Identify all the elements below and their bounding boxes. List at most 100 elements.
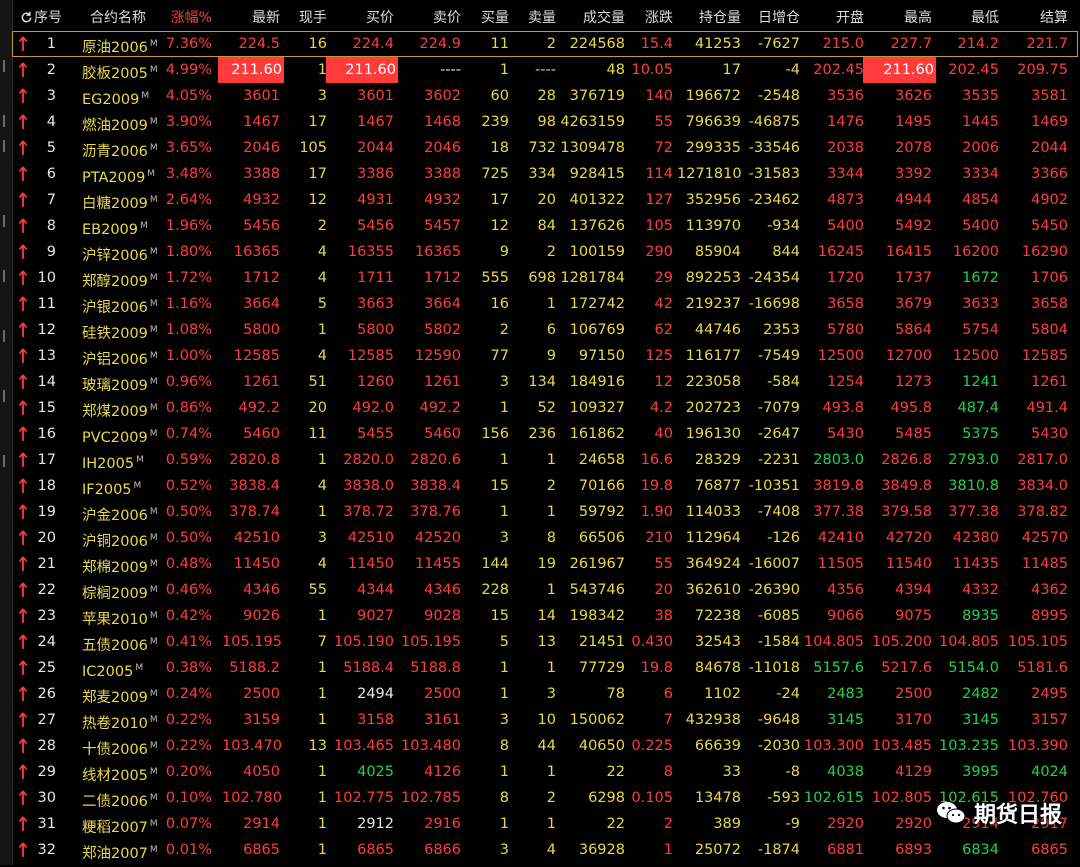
cell-contract-name[interactable]: 燃油2009 M [82,109,168,135]
header-last[interactable]: 最新 [222,5,280,31]
table-row[interactable]: 27 热卷2010 M 0.22% 3159 1 3158 3161 3 10 150062 7 432… [12,707,1078,733]
header-turnover[interactable]: 成交量 [557,5,625,31]
table-row[interactable]: 4 燃油2009 M 3.90% 1467 17 1467 1468 239 98 4263159 5… [12,109,1078,135]
cell-contract-name[interactable]: IF2005 M [82,473,168,499]
table-row[interactable]: 22 棕榈2009 M 0.46% 4346 55 4344 4346 228 1 543746 20… [12,577,1078,603]
cell-contract-name[interactable]: 十债2006 M [82,733,168,759]
table-row[interactable]: 14 玻璃2009 M 0.96% 1261 51 1260 1261 3 134 184916 12… [12,369,1078,395]
cell-oi-change: -1584 [757,634,800,650]
cell-low: 103.235 [939,738,999,754]
refresh-icon[interactable] [20,5,34,31]
cell-contract-name[interactable]: 沪铜2006 M [82,525,168,551]
header-settle[interactable]: 结算 [1002,5,1068,31]
header-volume-now[interactable]: 现手 [287,5,327,31]
cell-contract-name[interactable]: 沪铝2006 M [82,343,168,369]
table-row[interactable]: 25 IC2005 M 0.38% 5188.2 1 5188.4 5188.8 1 1 77729… [12,655,1078,681]
cell-contract-name[interactable]: 棕榈2009 M [82,577,168,603]
table-row[interactable]: 7 白糖2009 M 2.64% 4932 12 4931 4932 17 20 401322 127… [12,187,1078,213]
table-row[interactable]: 15 郑煤2009 M 0.86% 492.2 20 492.0 492.2 1 52 109327… [12,395,1078,421]
cell-contract-name[interactable]: 原油2006 M [82,31,168,57]
cell-contract-name[interactable]: 二债2006 M [82,785,168,811]
cell-turnover: 1309478 [560,140,625,156]
header-oi-change[interactable]: 日增仓 [742,5,800,31]
table-row[interactable]: 13 沪铝2006 M 1.00% 12585 4 12585 12590 77 9 97150 12… [12,343,1078,369]
cell-high: 4394 [895,582,932,598]
cell-contract-name[interactable]: IH2005 M [82,447,168,473]
header-bid-vol[interactable]: 买量 [467,5,509,31]
header-ask[interactable]: 卖价 [397,5,461,31]
table-row[interactable]: 1 原油2006 M 7.36% 224.5 16 224.4 224.9 11 2 224568 1… [12,31,1078,57]
cell-contract-name[interactable]: 沪金2006 M [82,499,168,525]
table-row[interactable]: 3 EG2009 M 4.05% 3601 3 3601 3602 60 28 376719 140 1… [12,83,1078,109]
table-row[interactable]: 16 PVC2009 M 0.74% 5460 11 5455 5460 156 236 16186… [12,421,1078,447]
header-high[interactable]: 最高 [867,5,932,31]
table-row[interactable]: 24 五债2006 M 0.41% 105.195 7 105.190 105.195 5 13 2… [12,629,1078,655]
header-open[interactable]: 开盘 [802,5,864,31]
cell-contract-name[interactable]: 白糖2009 M [82,187,168,213]
cell-contract-name[interactable]: 郑麦2009 M [82,681,168,707]
cell-change-pct: 1.08% [165,322,212,338]
cell-contract-name[interactable]: 硅铁2009 M [82,317,168,343]
table-row[interactable]: 10 郑醇2009 M 1.72% 1712 4 1711 1712 555 698 1281784… [12,265,1078,291]
header-seq[interactable]: 序号 [34,5,62,31]
cell-open: 5400 [827,218,864,234]
cell-contract-name[interactable]: 郑油2007 M [82,837,168,863]
table-row[interactable]: 5 沥青2006 M 3.65% 2046 105 2044 2046 18 732 1309478… [12,135,1078,161]
table-row[interactable]: 23 苹果2010 M 0.42% 9026 1 9027 9028 15 14 198342 38 7… [12,603,1078,629]
table-row[interactable]: 29 线材2005 M 0.20% 4050 1 4025 4126 1 1 22 8 33 -8 4038… [12,759,1078,785]
contract-name-text: 沪铜2006 [82,533,148,550]
cell-contract-name[interactable]: 郑醇2009 M [82,265,168,291]
cell-ask: 16365 [414,244,461,260]
table-row[interactable]: 17 IH2005 M 0.59% 2820.8 1 2820.0 2820.6 1 1 24658… [12,447,1078,473]
table-row[interactable]: 9 沪锌2006 M 1.80% 16365 4 16355 16365 9 2 100159 290… [12,239,1078,265]
cell-contract-name[interactable]: 沪银2006 M [82,291,168,317]
cell-open: 2038 [827,140,864,156]
table-row[interactable]: 32 郑油2007 M 0.01% 6865 1 6865 6866 3 4 36928 1 25072… [12,837,1078,863]
table-row[interactable]: 11 沪银2006 M 1.16% 3664 5 3663 3664 16 1 172742 42 21… [12,291,1078,317]
cell-contract-name[interactable]: PVC2009 M [82,421,168,447]
table-row[interactable]: 30 二债2006 M 0.10% 102.780 1 102.775 102.785 8 2 62… [12,785,1078,811]
contract-name-text: 五债2006 [82,637,148,654]
table-row[interactable]: 21 郑棉2009 M 0.48% 11450 4 11450 11455 144 19 26196… [12,551,1078,577]
header-name[interactable]: 合约名称 [90,5,160,31]
cell-contract-name[interactable]: 五债2006 M [82,629,168,655]
table-row[interactable]: 19 沪金2006 M 0.50% 378.74 1 378.72 378.76 1 1 59792… [12,499,1078,525]
header-change-pct[interactable]: 涨幅% [164,5,212,31]
header-change[interactable]: 涨跌 [627,5,673,31]
cell-contract-name[interactable]: 玻璃2009 M [82,369,168,395]
cell-contract-name[interactable]: 粳稻2007 M [82,811,168,837]
cell-contract-name[interactable]: 胶板2005 M [82,57,168,83]
table-row[interactable]: 2 胶板2005 M 4.99% 211.60 1 211.60 ---- 1 ---- 48 10.… [12,57,1078,83]
cell-high: 5492 [895,218,932,234]
table-row[interactable]: 28 十债2006 M 0.22% 103.470 13 103.465 103.480 8 44… [12,733,1078,759]
cell-contract-name[interactable]: 热卷2010 M [82,707,168,733]
cell-change-pct: 0.46% [165,582,212,598]
table-row[interactable]: 18 IF2005 M 0.52% 3838.4 4 3838.0 3838.4 15 2 7016… [12,473,1078,499]
cell-seq: 23 [37,608,56,624]
header-bid[interactable]: 买价 [330,5,394,31]
table-row[interactable]: 12 硅铁2009 M 1.08% 5800 1 5800 5802 2 6 106769 62 447… [12,317,1078,343]
cell-contract-name[interactable]: 沪锌2006 M [82,239,168,265]
cell-contract-name[interactable]: IC2005 M [82,655,168,681]
side-tab-marker [3,140,10,152]
cell-contract-name[interactable]: 沥青2006 M [82,135,168,161]
contract-name-text: 棕榈2009 [82,585,148,602]
cell-bid-vol: 1 [499,62,509,78]
table-row[interactable]: 31 粳稻2007 M 0.07% 2914 1 2912 2916 1 1 22 2 389 -9 292… [12,811,1078,837]
cell-seq: 4 [46,114,56,130]
cell-contract-name[interactable]: EB2009 M [82,213,168,239]
cell-contract-name[interactable]: PTA2009 M [82,161,168,187]
table-row[interactable]: 26 郑麦2009 M 0.24% 2500 1 2494 2500 1 3 78 6 1102 -24 2… [12,681,1078,707]
table-row[interactable]: 6 PTA2009 M 3.48% 3388 17 3386 3388 725 334 928415… [12,161,1078,187]
cell-contract-name[interactable]: 郑煤2009 M [82,395,168,421]
table-row[interactable]: 20 沪铜2006 M 0.50% 42510 3 42510 42520 3 8 66506 210… [12,525,1078,551]
cell-contract-name[interactable]: 郑棉2009 M [82,551,168,577]
header-ask-vol[interactable]: 卖量 [512,5,556,31]
cell-contract-name[interactable]: 线材2005 M [82,759,168,785]
cell-contract-name[interactable]: 苹果2010 M [82,603,168,629]
header-open-interest[interactable]: 持仓量 [677,5,741,31]
cell-ask: 3388 [424,166,461,182]
header-low[interactable]: 最低 [934,5,999,31]
cell-contract-name[interactable]: EG2009 M [82,83,168,109]
table-row[interactable]: 8 EB2009 M 1.96% 5456 2 5456 5457 12 84 137626 105 1… [12,213,1078,239]
